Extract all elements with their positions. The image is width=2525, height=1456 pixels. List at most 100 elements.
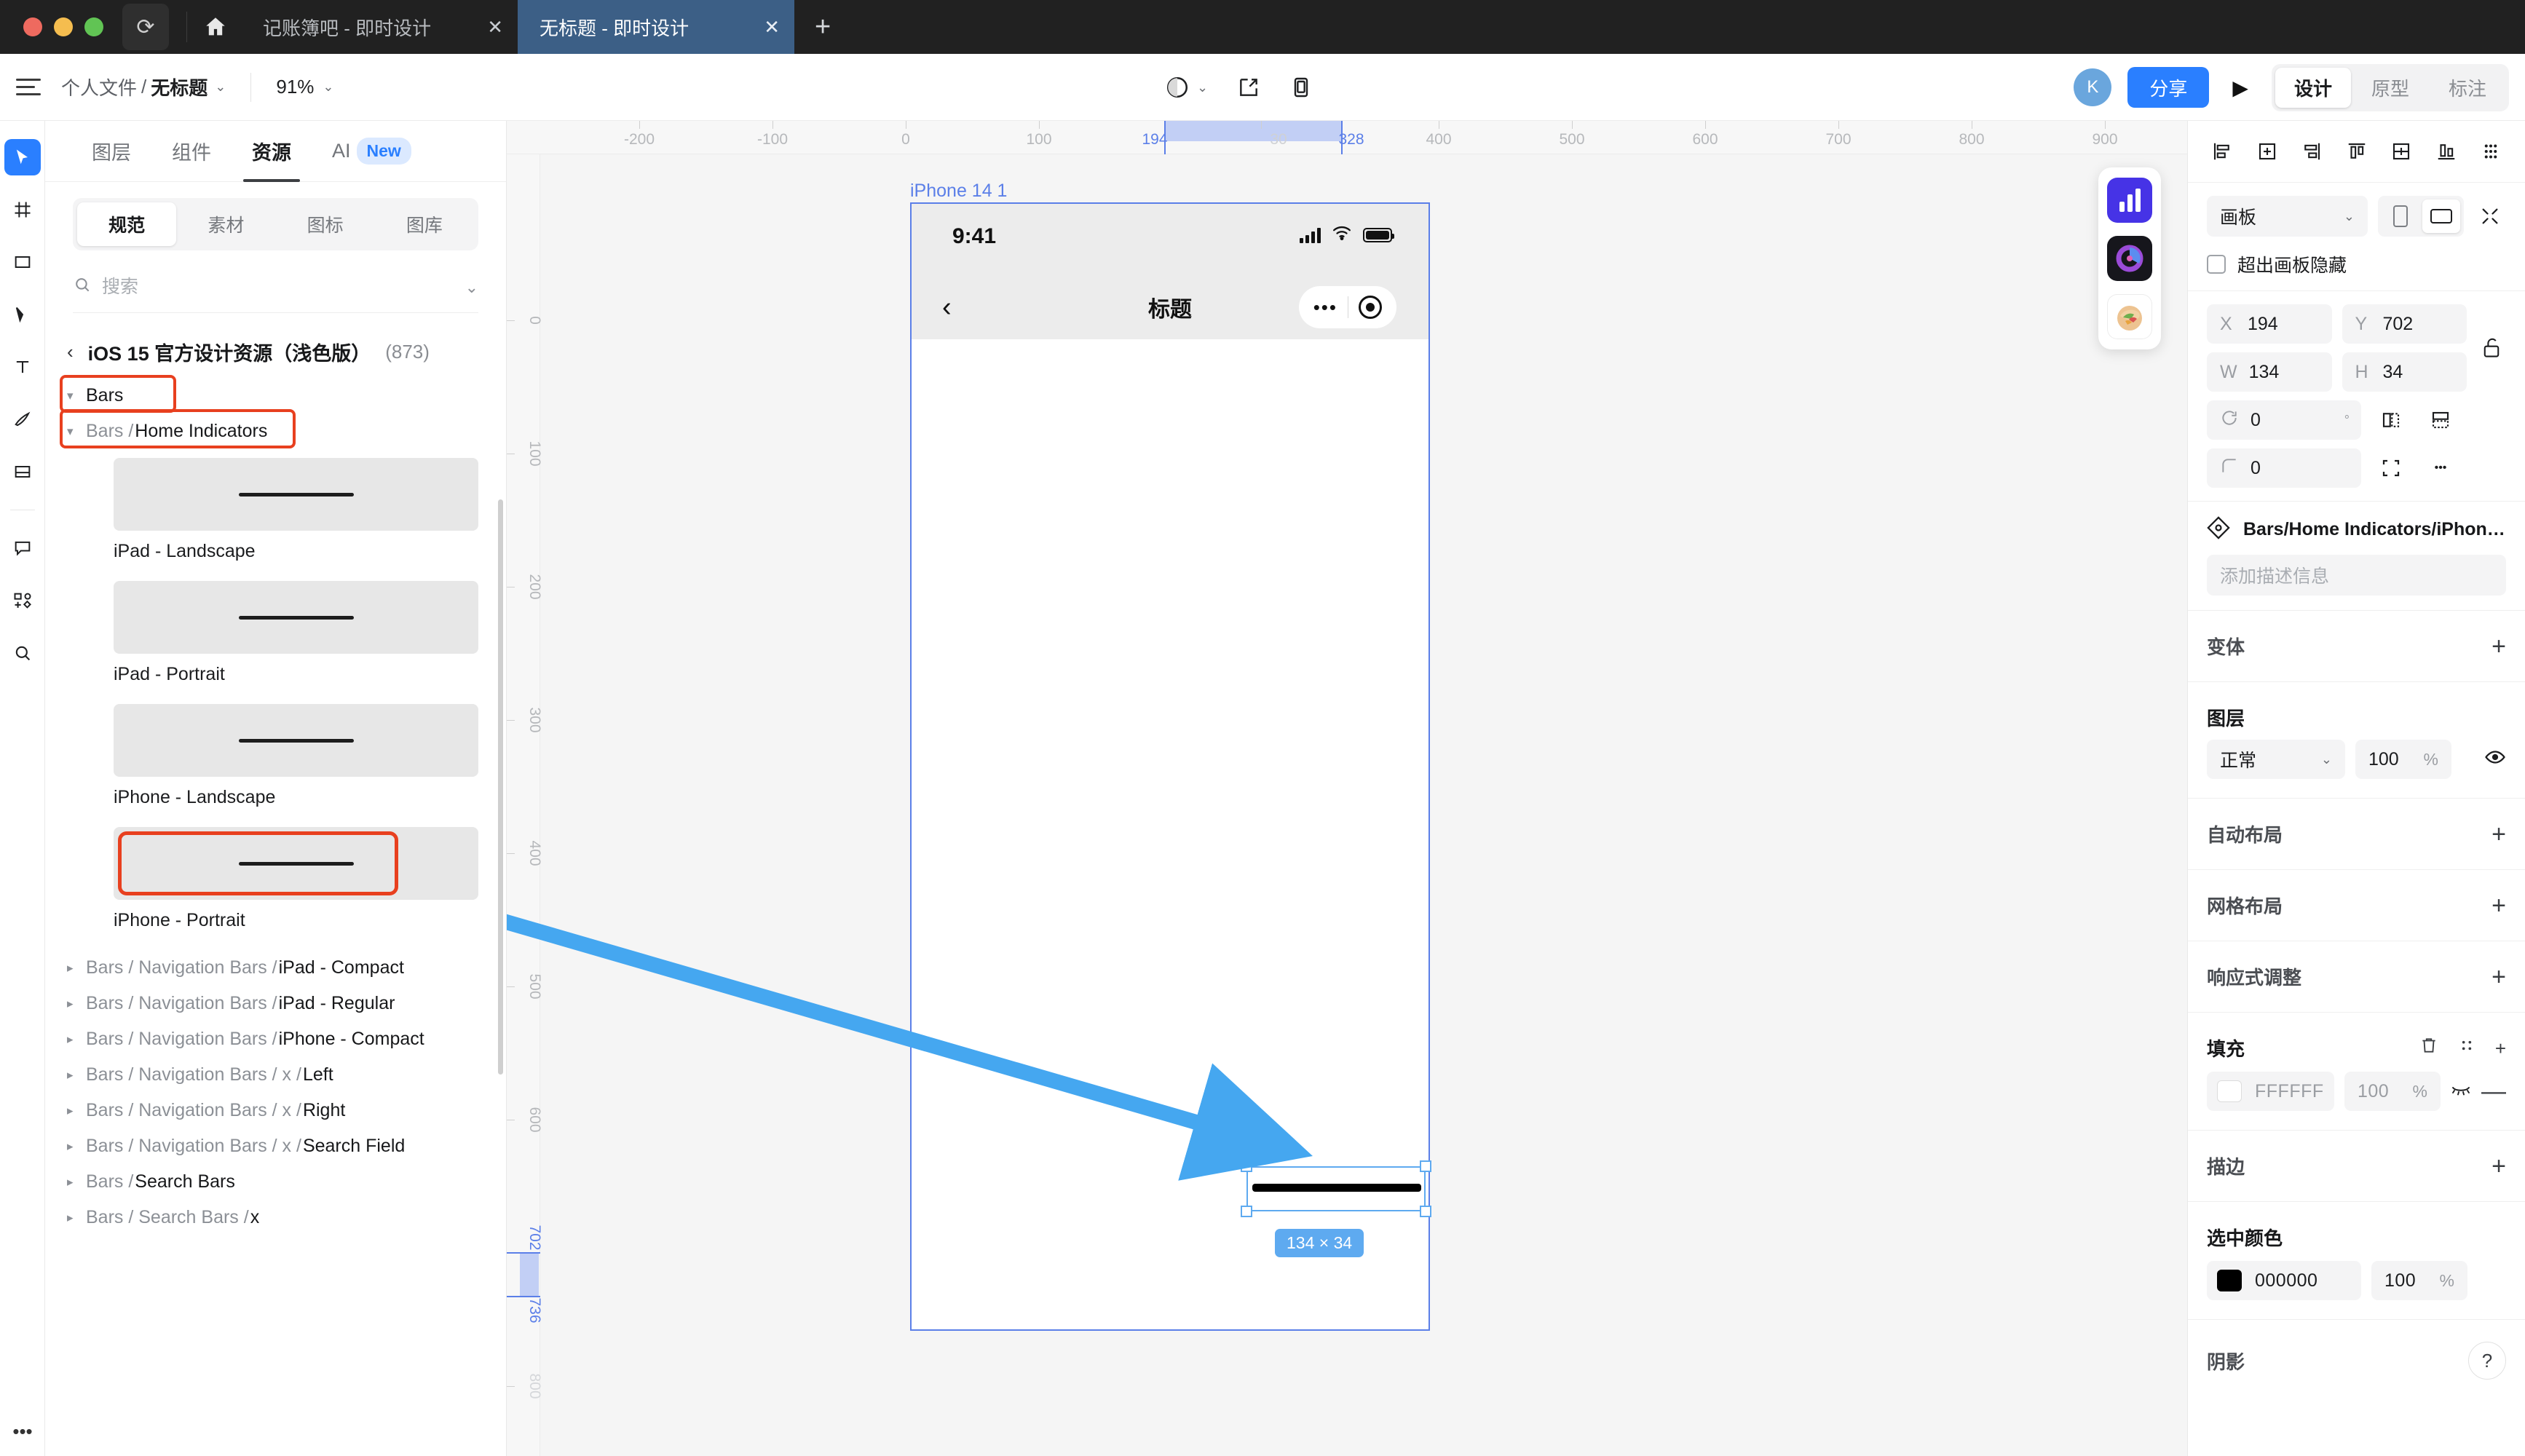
- resize-handle-br[interactable]: [1420, 1206, 1431, 1217]
- chevron-right-icon[interactable]: ▸: [67, 997, 77, 1011]
- image-icon[interactable]: [4, 454, 41, 490]
- tab-ai[interactable]: AI New: [312, 121, 432, 182]
- group-row-nav-x-left[interactable]: ▸ Bars / Navigation Bars / x / Left: [45, 1057, 506, 1093]
- tab-layers[interactable]: 图层: [71, 121, 151, 182]
- group-row-search-bars[interactable]: ▸ Bars / Search Bars: [45, 1164, 506, 1200]
- chevron-right-icon[interactable]: ▸: [67, 1211, 77, 1225]
- section-variants[interactable]: 变体 +: [2188, 611, 2525, 681]
- group-row-bars[interactable]: ▾ Bars: [45, 375, 506, 414]
- group-row-home-indicators[interactable]: ▾ Bars / Home Indicators: [45, 409, 506, 449]
- plus-icon[interactable]: +: [2492, 1154, 2506, 1179]
- chevron-right-icon[interactable]: ▸: [67, 1104, 77, 1118]
- collapse-icon[interactable]: [2474, 206, 2506, 226]
- selected-color-opacity-field[interactable]: 100 %: [2371, 1261, 2467, 1300]
- align-top-icon[interactable]: [2342, 137, 2372, 166]
- selected-home-indicator[interactable]: [1252, 1184, 1421, 1192]
- selected-color-swatch[interactable]: [2217, 1270, 2242, 1291]
- asset-thumbnail[interactable]: [114, 581, 478, 654]
- new-tab-button[interactable]: +: [794, 12, 851, 43]
- align-bottom-icon[interactable]: [2431, 137, 2462, 166]
- share-button[interactable]: 分享: [2127, 67, 2210, 108]
- align-left-icon[interactable]: [2207, 137, 2237, 166]
- browser-tab-2[interactable]: 无标题 - 即时设计 ✕: [518, 0, 794, 54]
- section-stroke[interactable]: 描边 +: [2188, 1131, 2525, 1201]
- chevron-left-icon[interactable]: ‹: [67, 341, 74, 363]
- chevron-left-icon[interactable]: ‹: [942, 292, 952, 323]
- minus-icon[interactable]: —: [2481, 1079, 2506, 1104]
- close-icon[interactable]: ✕: [764, 16, 780, 39]
- tab-prototype[interactable]: 原型: [2352, 68, 2428, 108]
- chevron-down-icon[interactable]: ⌄: [465, 278, 478, 297]
- pen-icon[interactable]: [4, 296, 41, 333]
- chevron-right-icon[interactable]: ▸: [67, 1175, 77, 1190]
- group-row-nav-ipad-regular[interactable]: ▸ Bars / Navigation Bars / iPad - Regula…: [45, 986, 506, 1021]
- width-field[interactable]: W 134: [2207, 352, 2332, 392]
- vertical-ruler[interactable]: 0 100 200 300 400 500 600 702 736 800 90…: [507, 154, 543, 1456]
- fill-opacity-field[interactable]: 100 %: [2344, 1072, 2441, 1111]
- resize-handle-tl[interactable]: [1241, 1160, 1252, 1172]
- hamburger-icon[interactable]: [16, 79, 41, 95]
- panel-scrollbar[interactable]: [498, 499, 503, 1075]
- group-row-nav-x-right[interactable]: ▸ Bars / Navigation Bars / x / Right: [45, 1093, 506, 1128]
- artboard-iphone-14-1[interactable]: 9:41 ‹ 标题 •••: [910, 202, 1430, 1331]
- align-vertical-center-icon[interactable]: [2386, 137, 2417, 166]
- nav-actions[interactable]: •••: [1298, 286, 1396, 328]
- asset-item-iphone-portrait[interactable]: iPhone - Portrait: [45, 827, 506, 931]
- segment-icons[interactable]: 图标: [276, 202, 375, 246]
- breadcrumb-current[interactable]: 无标题: [151, 74, 208, 100]
- asset-item-ipad-portrait[interactable]: iPad - Portrait: [45, 581, 506, 685]
- segment-materials[interactable]: 素材: [176, 202, 275, 246]
- chevron-right-icon[interactable]: ▸: [67, 1068, 77, 1083]
- chevron-down-icon[interactable]: ▾: [67, 424, 77, 439]
- frame-icon[interactable]: [4, 191, 41, 228]
- segment-specs[interactable]: 规范: [77, 202, 177, 246]
- y-field[interactable]: Y 702: [2342, 304, 2467, 344]
- horizontal-ruler[interactable]: -200 -100 0 100 194 30 328 400 500 600 7…: [507, 121, 2187, 154]
- chevron-right-icon[interactable]: ▸: [67, 1139, 77, 1154]
- eye-icon[interactable]: [2484, 746, 2506, 773]
- rectangle-icon[interactable]: [4, 244, 41, 280]
- portrait-icon[interactable]: [2382, 199, 2419, 233]
- tab-components[interactable]: 组件: [151, 121, 232, 182]
- help-icon[interactable]: ?: [2468, 1342, 2506, 1380]
- group-row-nav-iphone-compact[interactable]: ▸ Bars / Navigation Bars / iPhone - Comp…: [45, 1021, 506, 1057]
- donut-chart-plugin-icon[interactable]: [2107, 236, 2152, 281]
- food-illustration-plugin-icon[interactable]: [2107, 294, 2152, 339]
- component-icon[interactable]: [4, 582, 41, 619]
- resize-handle-bl[interactable]: [1241, 1206, 1252, 1217]
- search-icon[interactable]: [4, 635, 41, 671]
- chevron-right-icon[interactable]: ▸: [67, 961, 77, 976]
- reload-icon[interactable]: ⟳: [122, 4, 169, 50]
- plus-icon[interactable]: +: [2495, 1039, 2506, 1058]
- eye-closed-icon[interactable]: [2451, 1082, 2471, 1101]
- browser-tab-1[interactable]: 记账簿吧 - 即时设计 ✕: [241, 0, 518, 54]
- swap-icon[interactable]: [2457, 1036, 2476, 1060]
- clip-content-checkbox-row[interactable]: 超出画板隐藏: [2207, 251, 2506, 277]
- section-responsive[interactable]: 响应式调整 +: [2188, 941, 2525, 1012]
- resize-handle-tr[interactable]: [1420, 1160, 1431, 1172]
- zoom-control[interactable]: 91% ⌄: [276, 76, 333, 98]
- section-auto-layout[interactable]: 自动布局 +: [2188, 799, 2525, 869]
- tab-design[interactable]: 设计: [2275, 67, 2351, 108]
- search-input[interactable]: [102, 277, 455, 298]
- group-row-search-bars-x[interactable]: ▸ Bars / Search Bars / x: [45, 1200, 506, 1235]
- plus-icon[interactable]: +: [2492, 893, 2506, 918]
- fill-color-field[interactable]: FFFFFF: [2207, 1072, 2334, 1111]
- blend-mode-select[interactable]: 正常 ⌄: [2207, 740, 2345, 779]
- asset-item-ipad-landscape[interactable]: iPad - Landscape: [45, 458, 506, 562]
- avatar[interactable]: K: [2074, 68, 2112, 106]
- align-right-icon[interactable]: [2296, 137, 2327, 166]
- flip-horizontal-icon[interactable]: [2371, 400, 2411, 440]
- unlock-icon[interactable]: [2477, 337, 2506, 359]
- more-horizontal-icon[interactable]: •••: [0, 1420, 45, 1443]
- asset-item-iphone-landscape[interactable]: iPhone - Landscape: [45, 704, 506, 808]
- chevron-down-icon[interactable]: ⌄: [2321, 752, 2332, 767]
- group-row-nav-x-search-field[interactable]: ▸ Bars / Navigation Bars / x / Search Fi…: [45, 1128, 506, 1164]
- chevron-down-icon[interactable]: ⌄: [1197, 80, 1208, 95]
- chevron-down-icon[interactable]: ⌄: [323, 79, 333, 95]
- x-field[interactable]: X 194: [2207, 304, 2332, 344]
- close-window-button[interactable]: [23, 17, 42, 36]
- comment-icon[interactable]: [4, 530, 41, 566]
- selected-color-field[interactable]: 000000: [2207, 1261, 2361, 1300]
- export-icon[interactable]: [1237, 76, 1260, 99]
